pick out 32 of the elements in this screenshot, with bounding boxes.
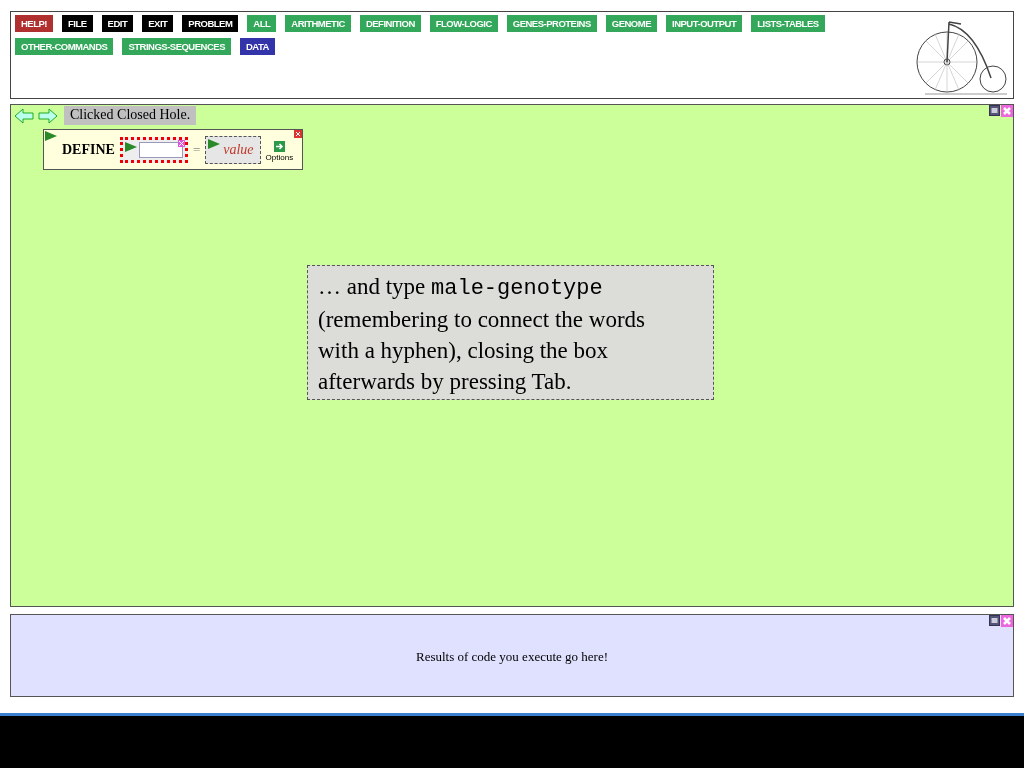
menu-button[interactable]: HELP!: [15, 15, 53, 32]
menu-button[interactable]: INPUT-OUTPUT: [666, 15, 743, 32]
restore-icon[interactable]: [989, 615, 1000, 626]
menu-button[interactable]: GENOME: [605, 15, 657, 32]
equals-sign: =: [192, 141, 201, 158]
flag-icon: [45, 131, 57, 141]
flag-icon: [124, 141, 137, 152]
menu-button[interactable]: EDIT: [101, 15, 134, 32]
menu-button[interactable]: EXIT: [142, 15, 174, 32]
define-keyword: DEFINE: [62, 141, 115, 158]
close-icon[interactable]: [177, 139, 185, 147]
flag-icon: [208, 138, 221, 149]
options-button[interactable]: Options: [265, 141, 294, 162]
instruction-tooltip: … and type male-genotype (remembering to connect the words with a hyphen), closing the box afterwards by pressing Tab.: [307, 265, 714, 400]
menu-button[interactable]: PROBLEM: [182, 15, 239, 32]
menu-button[interactable]: GENES-PROTEINS: [506, 15, 597, 32]
menu-button[interactable]: DEFINITION: [359, 15, 421, 32]
menu-button[interactable]: OTHER-COMMANDS: [15, 38, 114, 55]
menu-button[interactable]: DATA: [239, 38, 275, 55]
menu-button[interactable]: ARITHMETIC: [285, 15, 351, 32]
name-field[interactable]: [119, 136, 188, 163]
arrow-icon: [273, 141, 285, 152]
status-message: Clicked Closed Hole.: [64, 106, 197, 125]
menu-button[interactable]: LISTS-TABLES: [751, 15, 825, 32]
menu-button[interactable]: STRINGS-SEQUENCES: [122, 38, 231, 55]
value-hole[interactable]: value: [205, 135, 261, 164]
menu-button[interactable]: FILE: [62, 15, 93, 32]
menu-button[interactable]: ALL: [247, 15, 277, 32]
menu-button[interactable]: FLOW-LOGIC: [429, 15, 498, 32]
close-icon[interactable]: [294, 130, 302, 138]
results-placeholder-text: Results of code you execute go here!: [415, 648, 608, 665]
restore-icon[interactable]: [989, 105, 1000, 116]
